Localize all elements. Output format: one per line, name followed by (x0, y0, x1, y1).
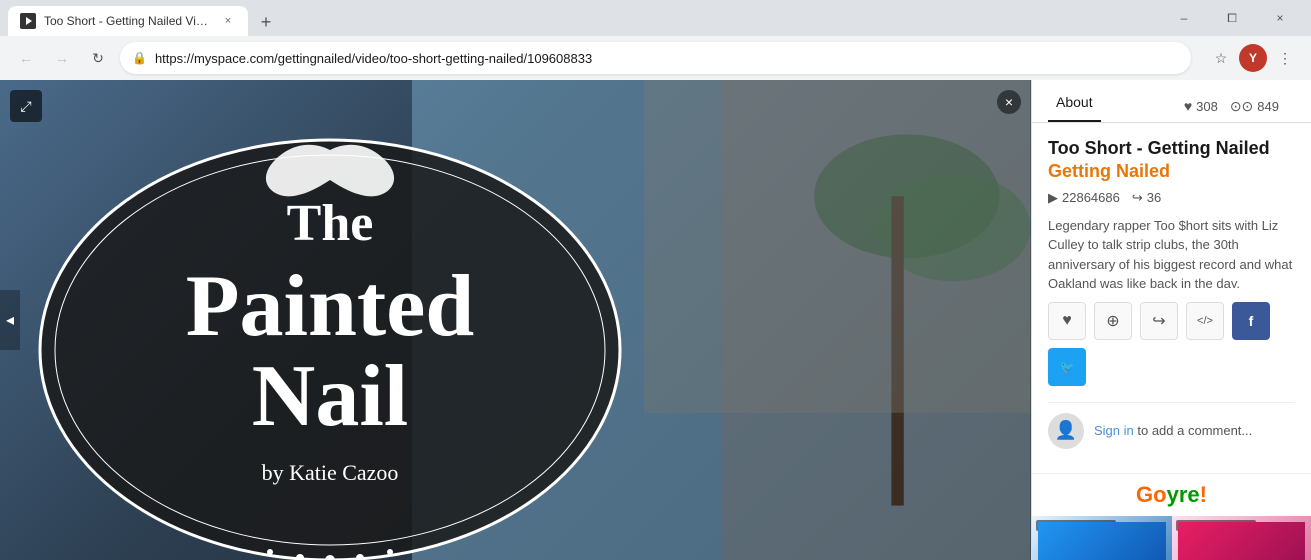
title-bar: Too Short - Getting Nailed Video... × + … (0, 0, 1311, 36)
svg-text:Painted: Painted (186, 258, 474, 355)
url-text: https://myspace.com/gettingnailed/video/… (155, 51, 1179, 66)
plays-count: 849 (1257, 99, 1279, 114)
ad-logo: Goyre! (1032, 474, 1311, 516)
ad-logo-go: Go (1136, 482, 1167, 507)
ad-images: mhschoolsupply.com Interactions MY PALS … (1032, 516, 1311, 560)
profile-button[interactable]: Y (1239, 44, 1267, 72)
svg-text:Nail: Nail (252, 348, 408, 445)
comment-area: 👤 Sign in to add a comment... (1048, 402, 1295, 459)
fullscreen-button[interactable]: ⤢ (10, 90, 42, 122)
page-content: The Painted Nail by Katie Cazoo ⤢ × ◂ Ab… (0, 80, 1311, 560)
ad-block-2[interactable]: mhschoolsupply.com Systems MY PAL ARE HE… (1172, 516, 1311, 560)
share-count-value: 36 (1147, 190, 1161, 205)
video-area: The Painted Nail by Katie Cazoo ⤢ × ◂ (0, 80, 1031, 560)
tab-about[interactable]: About (1048, 80, 1101, 122)
new-tab-button[interactable]: + (252, 8, 280, 36)
video-meta: ▶ 22864686 ↪ 36 (1048, 190, 1295, 206)
avatar: 👤 (1048, 413, 1084, 449)
sidebar-stats: ♥ 308 ⊙⊙ 849 (1168, 80, 1295, 122)
svg-text:by Katie Cazoo: by Katie Cazoo (262, 460, 399, 485)
likes-count: 308 (1196, 99, 1218, 114)
video-title-bold: Too Short - Getting Nailed (1048, 138, 1270, 158)
reload-button[interactable]: ↻ (84, 44, 112, 72)
sign-in-link[interactable]: Sign in (1094, 423, 1134, 438)
play-icon: ▶ (1048, 190, 1058, 206)
share-icon: ↪ (1132, 190, 1143, 206)
lock-icon: 🔒 (132, 51, 147, 65)
add-button[interactable]: ⊕ (1094, 302, 1132, 340)
active-tab[interactable]: Too Short - Getting Nailed Video... × (8, 6, 248, 36)
tab-favicon (20, 13, 36, 29)
menu-button[interactable]: ⋮ (1271, 44, 1299, 72)
address-bar[interactable]: 🔒 https://myspace.com/gettingnailed/vide… (120, 42, 1191, 74)
action-buttons: ♥ ⊕ ↪ </> f 🐦 (1048, 302, 1295, 386)
video-side-arrow[interactable]: ◂ (0, 290, 20, 350)
ad-area: Goyre! mhschoolsupply.com Interactions M… (1032, 473, 1311, 560)
video-description: Legendary rapper Too $hort sits with Liz… (1048, 216, 1295, 288)
likes-stat: ♥ 308 (1184, 98, 1218, 114)
bookmark-button[interactable]: ☆ (1207, 44, 1235, 72)
maximize-button[interactable]: ⧠ (1209, 0, 1255, 36)
share-button[interactable]: ↪ (1140, 302, 1178, 340)
minimize-button[interactable]: – (1161, 0, 1207, 36)
tab-bar: Too Short - Getting Nailed Video... × + (8, 0, 280, 36)
like-button[interactable]: ♥ (1048, 302, 1086, 340)
ad-block-1[interactable]: mhschoolsupply.com Interactions MY PALS … (1032, 516, 1172, 560)
video-title-orange: Getting Nailed (1048, 161, 1170, 181)
tab-close-button[interactable]: × (220, 13, 236, 29)
description-text: Legendary rapper Too $hort sits with Liz… (1048, 218, 1292, 288)
browser-chrome: Too Short - Getting Nailed Video... × + … (0, 0, 1311, 80)
heart-icon: ♥ (1184, 98, 1192, 114)
embed-button[interactable]: </> (1186, 302, 1224, 340)
sidebar-content: Too Short - Getting Nailed Getting Naile… (1032, 123, 1311, 473)
plays-stat: ⊙⊙ 849 (1230, 98, 1279, 115)
tab-title: Too Short - Getting Nailed Video... (44, 14, 212, 28)
back-button[interactable]: ← (12, 44, 40, 72)
video-title: Too Short - Getting Nailed Getting Naile… (1048, 137, 1295, 184)
comment-after-text: to add a comment... (1134, 423, 1253, 438)
play-count-value: 22864686 (1062, 190, 1120, 205)
comment-prompt: Sign in to add a comment... (1094, 423, 1252, 438)
nav-right-buttons: ☆ Y ⋮ (1207, 44, 1299, 72)
twitter-button[interactable]: 🐦 (1048, 348, 1086, 386)
sidebar-tabs: About ♥ 308 ⊙⊙ 849 (1032, 80, 1311, 123)
play-count: ▶ 22864686 (1048, 190, 1120, 206)
nav-bar: ← → ↻ 🔒 https://myspace.com/gettingnaile… (0, 36, 1311, 80)
video-close-button[interactable]: × (997, 90, 1021, 114)
share-count: ↪ 36 (1132, 190, 1161, 206)
video-player: The Painted Nail by Katie Cazoo (0, 80, 1031, 560)
sidebar: About ♥ 308 ⊙⊙ 849 Too Short - Getting N… (1031, 80, 1311, 560)
close-window-button[interactable]: × (1257, 0, 1303, 36)
window-controls: – ⧠ × (1161, 0, 1303, 36)
plays-icon: ⊙⊙ (1230, 98, 1253, 115)
forward-button[interactable]: → (48, 44, 76, 72)
ad-logo-yre: yre (1167, 482, 1200, 507)
ad-logo-excl: ! (1200, 482, 1207, 507)
facebook-button[interactable]: f (1232, 302, 1270, 340)
svg-text:The: The (287, 195, 374, 252)
